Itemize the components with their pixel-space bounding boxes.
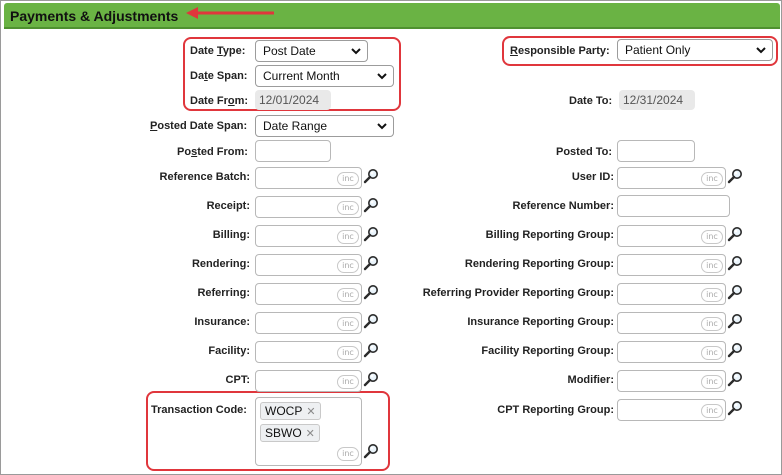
reference-number-input[interactable] (617, 195, 730, 217)
magnifier-icon[interactable] (727, 168, 743, 184)
magnifier-icon[interactable] (727, 313, 743, 329)
magnifier-icon[interactable] (363, 443, 379, 459)
responsible-party-select[interactable]: Patient Only (617, 39, 773, 61)
transaction-code-tag[interactable]: WOCP ✕ (260, 402, 321, 420)
referring-provider-reporting-group-input[interactable]: inc (617, 283, 726, 305)
chevron-down-icon (756, 47, 766, 54)
chevron-down-icon (351, 48, 361, 55)
date-from-field: 12/01/2024 (255, 90, 331, 110)
include-toggle[interactable]: inc (701, 172, 723, 186)
billing-reporting-group-input[interactable]: inc (617, 225, 726, 247)
facility-reporting-group-label: Facility Reporting Group: (481, 345, 614, 357)
date-from-label: Date From: (190, 95, 249, 107)
user-id-input[interactable]: inc (617, 167, 726, 189)
date-span-label: Date Span: (190, 70, 248, 82)
reference-number-label: Reference Number: (512, 200, 614, 212)
magnifier-icon[interactable] (727, 371, 743, 387)
close-icon[interactable]: ✕ (306, 428, 315, 440)
magnifier-icon[interactable] (363, 197, 379, 213)
magnifier-icon[interactable] (727, 255, 743, 271)
magnifier-icon[interactable] (727, 284, 743, 300)
date-to-label: Date To: (569, 95, 613, 107)
magnifier-icon[interactable] (363, 255, 379, 271)
posted-date-span-label: Posted Date Span: (150, 120, 248, 132)
magnifier-icon[interactable] (363, 226, 379, 242)
tag-label: WOCP (265, 404, 303, 418)
magnifier-icon[interactable] (727, 342, 743, 358)
posted-from-label: Posted From: (177, 146, 248, 158)
insurance-reporting-group-input[interactable]: inc (617, 312, 726, 334)
posted-from-input[interactable] (255, 140, 331, 162)
cpt-reporting-group-input[interactable]: inc (617, 399, 726, 421)
include-toggle[interactable]: inc (701, 404, 723, 418)
posted-date-span-value: Date Range (263, 119, 328, 133)
transaction-code-input[interactable]: WOCP ✕ SBWO ✕ inc (255, 397, 362, 466)
close-icon[interactable]: ✕ (306, 406, 315, 418)
insurance-reporting-group-label: Insurance Reporting Group: (467, 316, 614, 328)
date-span-select[interactable]: Current Month (255, 65, 394, 87)
include-toggle[interactable]: inc (701, 259, 723, 273)
magnifier-icon[interactable] (363, 168, 379, 184)
section-header: Payments & Adjustments (4, 3, 780, 29)
transaction-code-label: Transaction Code: (151, 404, 247, 416)
responsible-party-value: Patient Only (625, 43, 691, 57)
tag-label: SBWO (265, 426, 302, 440)
responsible-party-label: Responsible Party: (510, 45, 610, 57)
modifier-label: Modifier: (567, 374, 614, 386)
magnifier-icon[interactable] (727, 400, 743, 416)
date-span-value: Current Month (263, 69, 340, 83)
posted-date-span-select[interactable]: Date Range (255, 115, 394, 137)
magnifier-icon[interactable] (363, 342, 379, 358)
date-type-label: Date Type: (190, 45, 246, 57)
date-type-select[interactable]: Post Date (255, 40, 368, 62)
user-id-label: User ID: (571, 171, 614, 183)
magnifier-icon[interactable] (363, 284, 379, 300)
modifier-input[interactable]: inc (617, 370, 726, 392)
rendering-reporting-group-input[interactable]: inc (617, 254, 726, 276)
include-toggle[interactable]: inc (701, 317, 723, 331)
chevron-down-icon (377, 73, 387, 80)
chevron-down-icon (377, 123, 387, 130)
magnifier-icon[interactable] (727, 226, 743, 242)
include-toggle[interactable]: inc (701, 230, 723, 244)
transaction-code-tag[interactable]: SBWO ✕ (260, 424, 320, 442)
magnifier-icon[interactable] (363, 371, 379, 387)
posted-to-input[interactable] (617, 140, 695, 162)
date-type-value: Post Date (263, 44, 316, 58)
facility-reporting-group-input[interactable]: inc (617, 341, 726, 363)
annotation-arrow (186, 7, 274, 19)
billing-reporting-group-label: Billing Reporting Group: (485, 229, 614, 241)
include-toggle[interactable]: inc (701, 346, 723, 360)
magnifier-icon[interactable] (363, 313, 379, 329)
date-to-field: 12/31/2024 (619, 90, 695, 110)
include-toggle[interactable]: inc (337, 447, 359, 461)
posted-to-label: Posted To: (556, 146, 613, 158)
section-title: Payments & Adjustments (10, 8, 179, 24)
include-toggle[interactable]: inc (701, 375, 723, 389)
include-toggle[interactable]: inc (701, 288, 723, 302)
rendering-reporting-group-label: Rendering Reporting Group: (464, 258, 614, 270)
referring-provider-reporting-group-label: Referring Provider Reporting Group: (422, 287, 614, 299)
